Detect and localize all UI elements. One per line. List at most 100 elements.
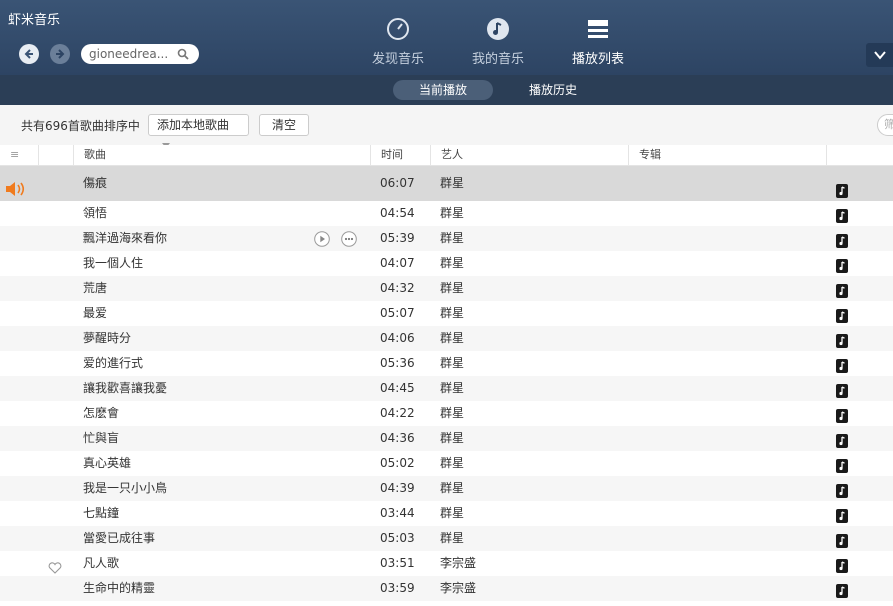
chevron-down-icon [873, 51, 886, 60]
music-file-icon[interactable] [836, 332, 848, 348]
nav-mine[interactable]: 我的音乐 [458, 16, 538, 67]
arrow-right-icon [56, 49, 65, 59]
table-row[interactable]: 當愛已成往事 05:03 群星 [0, 526, 893, 551]
music-file-icon[interactable] [836, 357, 848, 373]
music-file-icon[interactable] [836, 582, 848, 598]
song-list: 傷痕 06:07 群星 領悟 04:54 群星 飄洋過海來看你 05:39 群星 我一個人住 04:… [0, 166, 893, 601]
song-name[interactable]: 飄洋過海來看你 [83, 226, 167, 251]
music-file-icon[interactable] [836, 232, 848, 248]
song-duration: 05:36 [380, 356, 415, 370]
nav-playlist-label: 播放列表 [571, 52, 624, 67]
filter-input[interactable]: 筛 [877, 114, 893, 136]
song-artist[interactable]: 群星 [440, 226, 464, 251]
song-artist[interactable]: 群星 [440, 276, 464, 301]
table-row[interactable]: 生命中的精靈 03:59 李宗盛 [0, 576, 893, 601]
music-file-icon[interactable] [836, 307, 848, 323]
song-duration: 05:03 [380, 531, 415, 545]
song-name[interactable]: 真心英雄 [83, 451, 131, 476]
play-icon[interactable] [314, 231, 330, 247]
table-row[interactable]: 領悟 04:54 群星 [0, 201, 893, 226]
song-name[interactable]: 最爱 [83, 301, 107, 326]
song-artist[interactable]: 群星 [440, 526, 464, 551]
music-file-icon[interactable] [836, 532, 848, 548]
song-artist[interactable]: 群星 [440, 401, 464, 426]
table-row[interactable]: 凡人歌 03:51 李宗盛 [0, 551, 893, 576]
table-row[interactable]: 七點鐘 03:44 群星 [0, 501, 893, 526]
song-artist[interactable]: 群星 [440, 166, 464, 201]
column-artist-header[interactable]: 艺人 [431, 145, 629, 166]
song-artist[interactable]: 群星 [440, 301, 464, 326]
table-row[interactable]: 夢醒時分 04:06 群星 [0, 326, 893, 351]
song-name[interactable]: 我一個人住 [83, 251, 143, 276]
heart-icon[interactable] [48, 558, 62, 574]
clear-button[interactable]: 清空 [259, 114, 309, 136]
column-album-header[interactable]: 专辑 [629, 145, 827, 166]
music-file-icon[interactable] [836, 482, 848, 498]
table-row[interactable]: 怎麽會 04:22 群星 [0, 401, 893, 426]
song-name[interactable]: 怎麽會 [83, 401, 119, 426]
table-row[interactable]: 最爱 05:07 群星 [0, 301, 893, 326]
song-name[interactable]: 當愛已成往事 [83, 526, 155, 551]
music-file-icon[interactable] [836, 207, 848, 223]
song-name[interactable]: 七點鐘 [83, 501, 119, 526]
nav-discover[interactable]: 发现音乐 [358, 16, 438, 67]
song-name[interactable]: 爱的進行式 [83, 351, 143, 376]
music-file-icon[interactable] [836, 457, 848, 473]
music-file-icon[interactable] [836, 382, 848, 398]
subtab-bar: 当前播放 播放历史 [0, 75, 893, 105]
arrow-left-icon [24, 49, 33, 59]
music-file-icon[interactable] [836, 257, 848, 273]
search-input[interactable]: gioneedrea... [81, 44, 199, 64]
table-row[interactable]: 傷痕 06:07 群星 [0, 166, 893, 201]
column-song-header[interactable]: 歌曲 [74, 145, 371, 166]
song-name[interactable]: 領悟 [83, 201, 107, 226]
more-icon[interactable] [341, 231, 357, 247]
song-artist[interactable]: 群星 [440, 326, 464, 351]
music-file-icon[interactable] [836, 557, 848, 573]
back-button[interactable] [19, 44, 39, 64]
song-name[interactable]: 傷痕 [83, 166, 107, 201]
song-artist[interactable]: 群星 [440, 426, 464, 451]
music-note-icon [487, 18, 509, 40]
add-local-songs-button[interactable]: 添加本地歌曲 [148, 114, 249, 148]
table-row[interactable]: 真心英雄 05:02 群星 [0, 451, 893, 476]
table-row[interactable]: 爱的進行式 05:36 群星 [0, 351, 893, 376]
music-file-icon[interactable] [836, 282, 848, 298]
music-file-icon[interactable] [836, 432, 848, 448]
tab-current-playing[interactable]: 当前播放 [393, 80, 493, 100]
nav-playlist[interactable]: 播放列表 [558, 16, 638, 67]
collapse-button[interactable] [866, 43, 893, 67]
forward-button[interactable] [50, 44, 70, 64]
column-menu-header[interactable]: ≡ [0, 145, 39, 166]
song-artist[interactable]: 群星 [440, 476, 464, 501]
song-artist[interactable]: 李宗盛 [440, 551, 476, 576]
music-file-icon[interactable] [836, 507, 848, 523]
song-artist[interactable]: 群星 [440, 251, 464, 276]
song-duration: 04:07 [380, 256, 415, 270]
song-artist[interactable]: 群星 [440, 376, 464, 401]
song-name[interactable]: 生命中的精靈 [83, 576, 155, 601]
table-row[interactable]: 讓我歡喜讓我憂 04:45 群星 [0, 376, 893, 401]
song-name[interactable]: 夢醒時分 [83, 326, 131, 351]
search-icon[interactable] [177, 48, 189, 60]
table-row[interactable]: 飄洋過海來看你 05:39 群星 [0, 226, 893, 251]
column-time-header[interactable]: 时间 [371, 145, 431, 166]
music-file-icon[interactable] [836, 407, 848, 423]
table-row[interactable]: 我一個人住 04:07 群星 [0, 251, 893, 276]
song-name[interactable]: 忙與盲 [83, 426, 119, 451]
table-row[interactable]: 荒唐 04:32 群星 [0, 276, 893, 301]
song-artist[interactable]: 李宗盛 [440, 576, 476, 601]
song-name[interactable]: 荒唐 [83, 276, 107, 301]
song-name[interactable]: 我是一只小小鳥 [83, 476, 167, 501]
song-duration: 03:59 [380, 581, 415, 595]
song-artist[interactable]: 群星 [440, 451, 464, 476]
song-artist[interactable]: 群星 [440, 351, 464, 376]
song-name[interactable]: 凡人歌 [83, 551, 119, 576]
table-row[interactable]: 忙與盲 04:36 群星 [0, 426, 893, 451]
song-artist[interactable]: 群星 [440, 201, 464, 226]
song-duration: 04:32 [380, 281, 415, 295]
table-row[interactable]: 我是一只小小鳥 04:39 群星 [0, 476, 893, 501]
song-name[interactable]: 讓我歡喜讓我憂 [83, 376, 167, 401]
tab-play-history[interactable]: 播放历史 [503, 80, 603, 100]
song-artist[interactable]: 群星 [440, 501, 464, 526]
